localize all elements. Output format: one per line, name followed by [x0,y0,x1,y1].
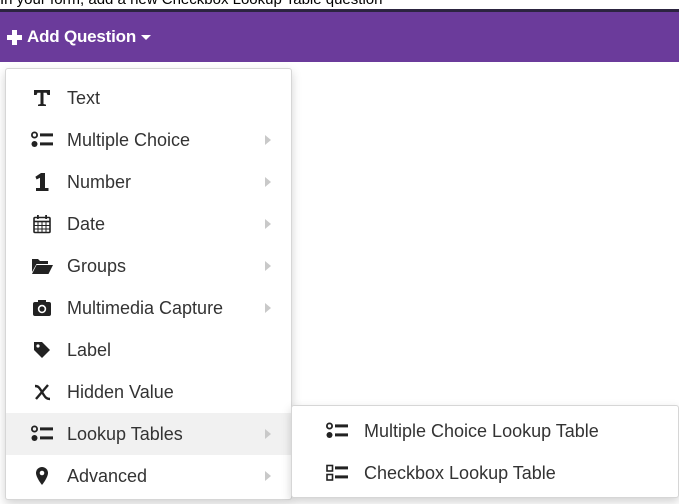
number-one-icon [31,171,53,193]
plus-icon [7,29,22,45]
menu-item-multimedia-capture[interactable]: Multimedia Capture [6,287,291,329]
menu-item-label: Date [67,213,106,234]
submenu-item-multiple-choice-lookup-table[interactable]: Multiple Choice Lookup Table [292,410,678,452]
submenu-item-label: Checkbox Lookup Table [364,462,556,483]
instruction-text: In your form, add a new Checkbox Lookup … [0,0,679,8]
menu-item-label: Label [67,339,112,360]
submenu-arrow-icon [265,303,271,313]
menu-item-label: Number [67,171,132,192]
menu-item-label: Lookup Tables [67,423,183,444]
menu-item-label: Multiple Choice [67,129,191,150]
map-marker-icon [31,465,53,487]
menu-item-advanced[interactable]: Advanced [6,455,291,497]
menu-item-label: Hidden Value [67,381,174,402]
list-choice-icon [31,129,53,151]
calendar-icon [31,213,53,235]
menu-item-label: Groups [67,255,127,276]
submenu-arrow-icon [265,261,271,271]
submenu-arrow-icon [265,429,271,439]
menu-item-lookup-tables[interactable]: Lookup Tables [6,413,291,455]
submenu-arrow-icon [265,177,271,187]
menu-item-number[interactable]: Number [6,161,291,203]
checkbox-list-icon [326,462,348,484]
submenu-arrow-icon [265,135,271,145]
lookup-tables-submenu: Multiple Choice Lookup Table Checkbox Lo… [291,405,679,498]
submenu-item-checkbox-lookup-table[interactable]: Checkbox Lookup Table [292,452,678,494]
submenu-arrow-icon [265,471,271,481]
menu-item-label: Text [67,87,101,108]
menu-item-multiple-choice[interactable]: Multiple Choice [6,119,291,161]
add-question-menu: Text Multiple Choice Number Date Groups [5,68,292,500]
menu-item-hidden-value[interactable]: Hidden Value [6,371,291,413]
tag-icon [31,339,53,361]
menu-item-label: Advanced [67,465,148,486]
add-question-label: Add Question [27,27,137,46]
submenu-item-label: Multiple Choice Lookup Table [364,420,599,441]
list-choice-icon [326,420,348,442]
menu-item-label: Multimedia Capture [67,297,224,318]
submenu-arrow-icon [265,219,271,229]
list-choice-icon [31,423,53,445]
variable-x-icon [31,381,53,403]
menu-item-label-question[interactable]: Label [6,329,291,371]
folder-open-icon [31,255,53,277]
form-toolbar: Add Question [0,9,679,62]
menu-item-text[interactable]: Text [6,77,291,119]
camera-icon [31,297,53,319]
add-question-button[interactable]: Add Question [7,22,152,52]
menu-item-date[interactable]: Date [6,203,291,245]
text-t-icon [31,87,53,109]
caret-down-icon [141,34,152,40]
menu-item-groups[interactable]: Groups [6,245,291,287]
